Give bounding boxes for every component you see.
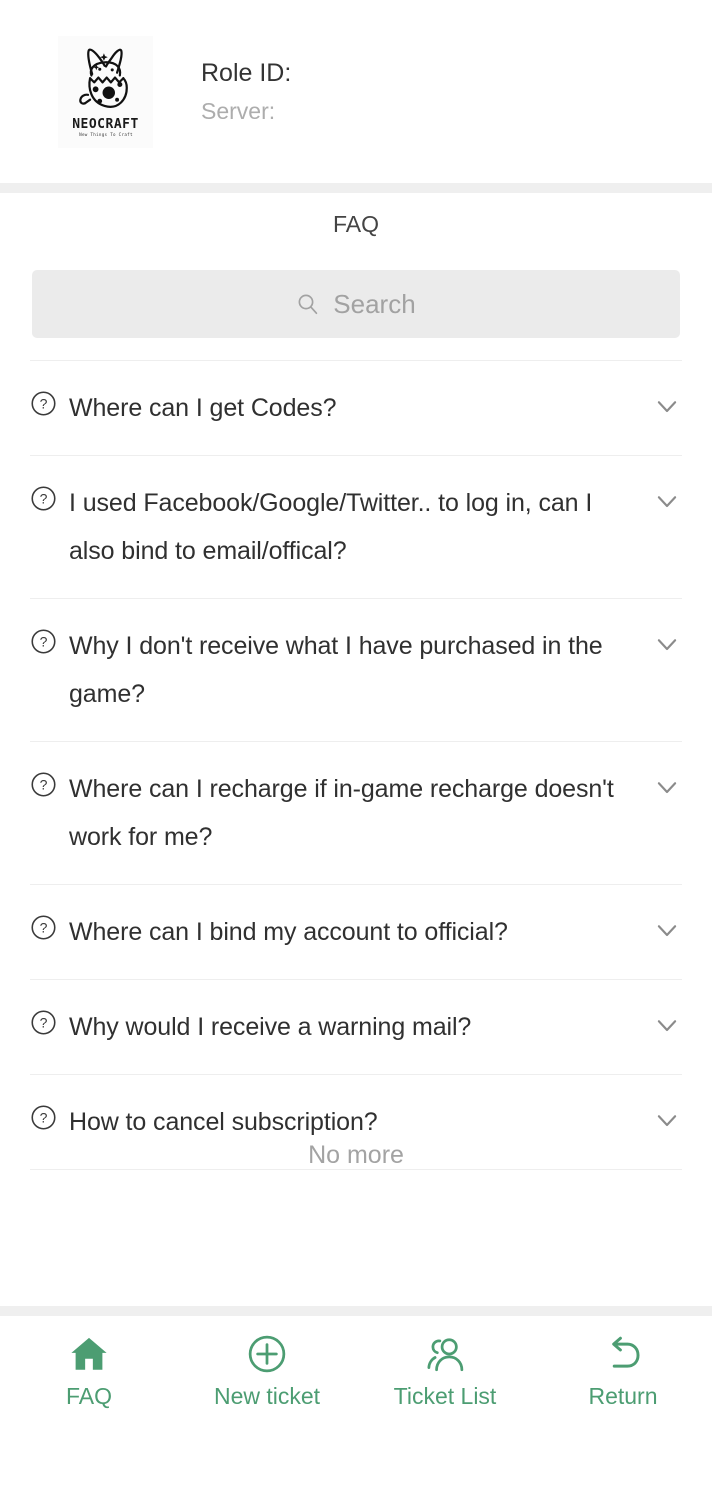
game-logo: NEOCRAFT New Things To Craft [58, 35, 153, 148]
chevron-down-icon[interactable] [652, 1010, 682, 1040]
question-circle-icon: ? [31, 1010, 56, 1035]
svg-text:?: ? [40, 920, 48, 936]
question-circle-icon: ? [31, 772, 56, 797]
faq-list: ? Where can I get Codes? ? I used Facebo… [0, 360, 712, 1170]
bottom-nav-divider [0, 1306, 712, 1316]
faq-question: Where can I bind my account to official? [69, 918, 508, 946]
faq-question: Why would I receive a warning mail? [69, 1013, 472, 1041]
role-id-label: Role ID: [201, 58, 292, 87]
undo-arrow-icon [612, 1336, 640, 1368]
logo-wordmark: NEOCRAFT [72, 117, 139, 132]
faq-question: I used Facebook/Google/Twitter.. to log … [69, 489, 593, 565]
question-circle-icon: ? [31, 1105, 56, 1130]
bottom-navigation: FAQ New ticket Ticket List Return [0, 1316, 712, 1446]
nav-item-new-ticket[interactable]: New ticket [178, 1316, 356, 1446]
users-icon [427, 1338, 464, 1372]
faq-question: Where can I get Codes? [69, 394, 337, 422]
faq-item[interactable]: ? Why would I receive a warning mail? [30, 980, 682, 1075]
chevron-down-icon[interactable] [652, 486, 682, 516]
page-title: FAQ [332, 211, 379, 237]
faq-question: How to cancel subscription? [69, 1108, 378, 1136]
svg-text:?: ? [40, 634, 48, 650]
chevron-down-icon[interactable] [652, 629, 682, 659]
search-input[interactable]: Search [32, 270, 680, 338]
faq-item[interactable]: ? Where can I get Codes? [30, 360, 682, 456]
faq-item[interactable]: ? I used Facebook/Google/Twitter.. to lo… [30, 456, 682, 599]
chevron-down-icon[interactable] [652, 915, 682, 945]
svg-text:?: ? [40, 396, 48, 412]
account-info: Role ID: Server: [201, 58, 292, 124]
account-header: NEOCRAFT New Things To Craft Role ID: Se… [0, 0, 712, 183]
faq-item[interactable]: ? Why I don't receive what I have purcha… [30, 599, 682, 742]
faq-item[interactable]: ? Where can I bind my account to officia… [30, 885, 682, 980]
nav-item-return[interactable]: Return [534, 1316, 712, 1446]
question-circle-icon: ? [31, 486, 56, 511]
nav-label-ticket-list: Ticket List [393, 1383, 497, 1409]
svg-text:?: ? [40, 777, 48, 793]
question-circle-icon: ? [31, 391, 56, 416]
plus-circle-icon [248, 1335, 286, 1373]
svg-text:?: ? [40, 491, 48, 507]
nav-item-ticket-list[interactable]: Ticket List [356, 1316, 534, 1446]
chevron-down-icon[interactable] [652, 391, 682, 421]
search-icon [298, 294, 318, 315]
logo-tagline: New Things To Craft [78, 133, 133, 138]
chevron-down-icon[interactable] [652, 772, 682, 802]
server-label: Server: [201, 97, 276, 124]
faq-screen: NEOCRAFT New Things To Craft Role ID: Se… [0, 0, 712, 1500]
nav-label-return: Return [588, 1383, 658, 1409]
nav-label-new-ticket: New ticket [213, 1383, 321, 1409]
question-circle-icon: ? [31, 629, 56, 654]
end-of-list-text: No more [308, 1141, 404, 1169]
faq-item[interactable]: ? Where can I recharge if in-game rechar… [30, 742, 682, 885]
nav-item-faq[interactable]: FAQ [0, 1316, 178, 1446]
question-circle-icon: ? [31, 915, 56, 940]
svg-text:?: ? [40, 1015, 48, 1031]
nav-label-faq: FAQ [65, 1383, 112, 1409]
header-divider [0, 183, 712, 193]
faq-question: Where can I recharge if in-game recharge… [69, 775, 614, 851]
svg-text:?: ? [40, 1110, 48, 1126]
search-placeholder: Search [333, 289, 416, 319]
neocraft-dog-logo [78, 48, 128, 108]
home-icon [71, 1337, 107, 1370]
chevron-down-icon[interactable] [652, 1105, 682, 1135]
faq-question: Why I don't receive what I have purchase… [69, 632, 603, 708]
